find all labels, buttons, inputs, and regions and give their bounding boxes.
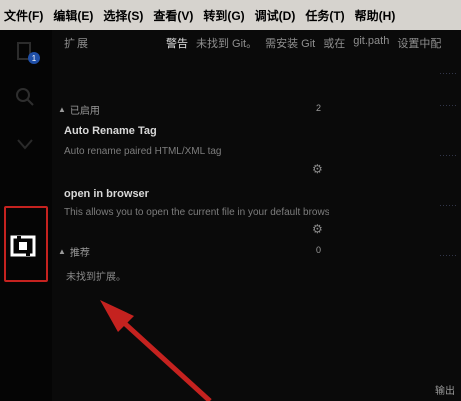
annotation-arrow xyxy=(100,300,212,401)
output-panel-label[interactable]: 输出 xyxy=(435,382,455,397)
